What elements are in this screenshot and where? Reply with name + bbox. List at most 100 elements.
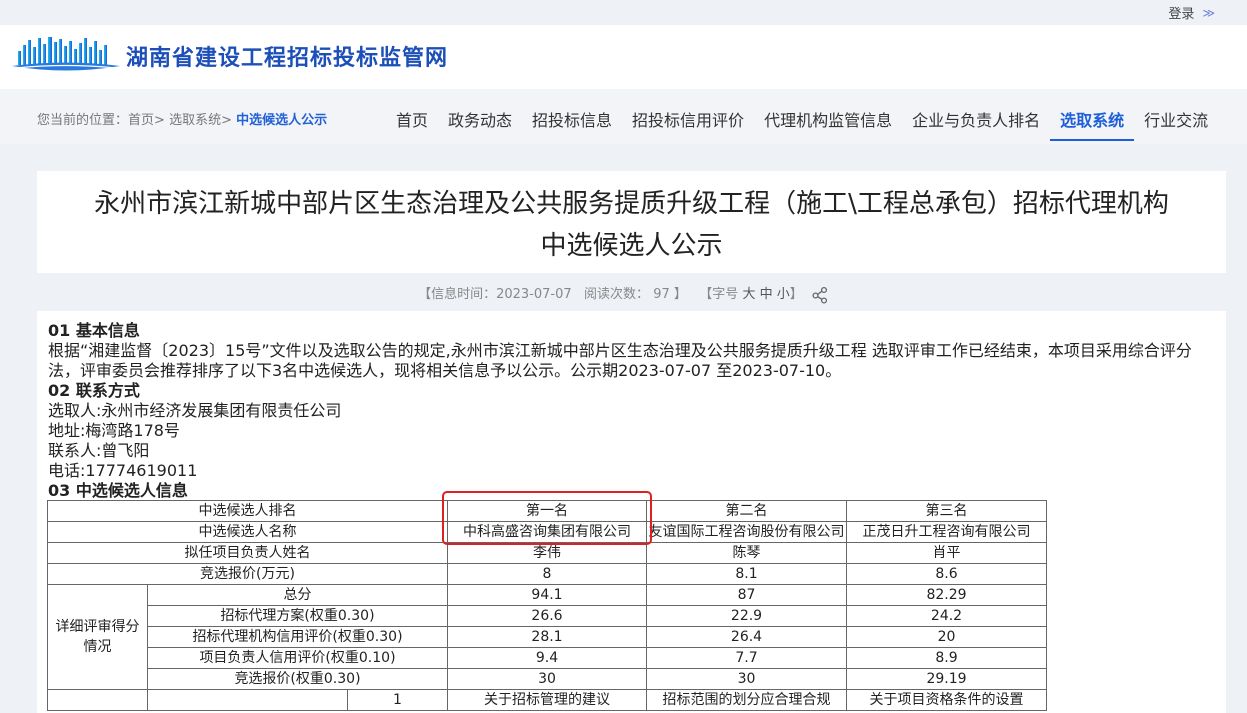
contact-selector: 选取人:永州市经济发展集团有限责任公司	[48, 401, 342, 420]
nav-agency-supervision[interactable]: 代理机构监管信息	[754, 101, 902, 141]
table-row: 竞选报价(万元) 8 8.1 8.6	[47, 563, 1047, 585]
article-title-line1: 永州市滨江新城中部片区生态治理及公共服务提质升级工程（施工\工程总承包）招标代理…	[94, 189, 1169, 219]
breadcrumb-prefix: 您当前的位置：	[37, 113, 129, 128]
score-cell: 94.1	[447, 584, 647, 606]
article-title-box: 永州市滨江新城中部片区生态治理及公共服务提质升级工程（施工\工程总承包）招标代理…	[37, 171, 1226, 273]
candidate-name-1: 中科高盛咨询集团有限公司	[447, 521, 647, 543]
table-row: 项目负责人信用评价(权重0.10) 9.4 7.7 8.9	[48, 647, 1047, 669]
leader-2: 陈琴	[646, 542, 847, 564]
nav-bidding-info[interactable]: 招投标信息	[522, 101, 622, 141]
nav-selection-system[interactable]: 选取系统	[1050, 101, 1135, 141]
advice-cell: 招标范围的划分应合理合规	[646, 689, 847, 711]
login-link[interactable]: 登录 ≫	[1168, 3, 1214, 23]
score-cell: 82.29	[846, 584, 1047, 606]
double-arrow-icon: ≫	[1202, 5, 1214, 20]
table-row: 中选候选人排名 第一名 第二名 第三名	[47, 500, 1047, 522]
section-basic-info-heading: 01 基本信息	[48, 321, 140, 340]
font-size-small[interactable]: 小	[777, 287, 790, 302]
detail-row-label: 招标代理方案(权重0.30)	[147, 605, 448, 627]
site-logo[interactable]	[12, 35, 120, 75]
table-row: 招标代理机构信用评价(权重0.30) 28.1 26.4 20	[48, 626, 1047, 648]
nav-government-news[interactable]: 政务动态	[438, 101, 522, 141]
detail-row-label: 项目负责人信用评价(权重0.10)	[147, 647, 448, 669]
score-cell: 29.19	[846, 668, 1047, 690]
nav-ranking[interactable]: 企业与负责人排名	[902, 101, 1050, 141]
meta-read-count: 97	[653, 287, 670, 302]
main-nav: 首页 政务动态 招投标信息 招投标信用评价 代理机构监管信息 企业与负责人排名 …	[386, 101, 1218, 141]
advice-index: 1	[347, 689, 448, 711]
leader-1: 李伟	[447, 542, 647, 564]
price-1: 8	[447, 563, 647, 585]
advice-blank-cell	[147, 689, 348, 711]
rank-1: 第一名	[447, 500, 647, 522]
price-3: 8.6	[846, 563, 1047, 585]
top-bar: 登录 ≫	[0, 0, 1247, 25]
candidates-table: 中选候选人排名 第一名 第二名 第三名 中选候选人名称 中科高盛咨询集团有限公司…	[47, 500, 1047, 711]
table-row: 中选候选人名称 中科高盛咨询集团有限公司 友谊国际工程咨询股份有限公司 正茂日升…	[47, 521, 1047, 543]
score-cell: 9.4	[447, 647, 647, 669]
site-header: 湖南省建设工程招标投标监管网	[0, 25, 1247, 89]
score-cell: 22.9	[646, 605, 847, 627]
share-icon[interactable]	[811, 286, 829, 304]
leader-3: 肖平	[846, 542, 1047, 564]
article-meta: 【信息时间：2023-07-07 阅读次数： 97 】 【字号 大 中 小】	[0, 283, 1247, 304]
font-size-medium[interactable]: 中	[760, 287, 773, 302]
rank-label: 中选候选人排名	[47, 500, 448, 522]
article-title-line2: 中选候选人公示	[540, 231, 723, 261]
score-cell: 30	[646, 668, 847, 690]
table-row: 招标代理方案(权重0.30) 26.6 22.9 24.2	[48, 605, 1047, 627]
article-content: 01 基本信息 根据“湘建监督〔2023〕15号”文件以及选取公告的规定,永州市…	[37, 311, 1226, 713]
font-size-end: 】	[789, 287, 803, 302]
score-cell: 8.9	[846, 647, 1047, 669]
nav-home[interactable]: 首页	[386, 101, 438, 141]
font-size-prefix: 【字号	[699, 287, 739, 302]
price-2: 8.1	[646, 563, 847, 585]
breadcrumb-current: 中选候选人公示	[236, 113, 328, 128]
name-label: 中选候选人名称	[47, 521, 448, 543]
detail-row-label: 招标代理机构信用评价(权重0.30)	[147, 626, 448, 648]
contact-phone: 电话:17774619011	[48, 461, 198, 480]
login-label: 登录	[1168, 7, 1195, 22]
breadcrumb-home[interactable]: 首页>	[128, 113, 165, 128]
section-basic-info-text: 根据“湘建监督〔2023〕15号”文件以及选取公告的规定,永州市滨江新城中部片区…	[48, 341, 1192, 380]
table-row: 竞选报价(权重0.30) 30 30 29.19	[48, 668, 1047, 690]
contact-person: 联系人:曾飞阳	[48, 441, 150, 460]
section-candidates-heading: 03 中选候选人信息	[48, 481, 188, 500]
candidate-name-2: 友谊国际工程咨询股份有限公司	[646, 521, 847, 543]
rank-3: 第三名	[846, 500, 1047, 522]
score-cell: 28.1	[447, 626, 647, 648]
meta-bracket-end: 】	[673, 287, 687, 302]
detail-label: 详细评审得分情况	[47, 584, 148, 690]
font-size-large[interactable]: 大	[742, 287, 755, 302]
meta-reads-label: 阅读次数：	[584, 287, 650, 302]
contact-address: 地址:梅湾路178号	[48, 421, 180, 440]
advice-cell: 关于项目资格条件的设置	[846, 689, 1047, 711]
score-cell: 24.2	[846, 605, 1047, 627]
advice-cell: 关于招标管理的建议	[447, 689, 647, 711]
site-title: 湖南省建设工程招标投标监管网	[126, 46, 449, 71]
article-body: 01 基本信息 根据“湘建监督〔2023〕15号”文件以及选取公告的规定,永州市…	[48, 321, 1213, 501]
score-cell: 7.7	[646, 647, 847, 669]
score-cell: 26.6	[447, 605, 647, 627]
table-row: 1 关于招标管理的建议 招标范围的划分应合理合规 关于项目资格条件的设置	[47, 689, 1047, 711]
price-label: 竞选报价(万元)	[47, 563, 448, 585]
rank-2: 第二名	[646, 500, 847, 522]
meta-date: 【信息时间：2023-07-07	[418, 287, 572, 302]
leader-label: 拟任项目负责人姓名	[47, 542, 448, 564]
score-cell: 20	[846, 626, 1047, 648]
detail-row-label: 竞选报价(权重0.30)	[147, 668, 448, 690]
score-cell: 30	[447, 668, 647, 690]
nav-row: 您当前的位置：首页> 选取系统> 中选候选人公示 首页 政务动态 招投标信息 招…	[0, 89, 1247, 144]
breadcrumb-selection-system[interactable]: 选取系统>	[169, 113, 232, 128]
table-row: 拟任项目负责人姓名 李伟 陈琴 肖平	[47, 542, 1047, 564]
advice-label-cell	[47, 689, 148, 711]
detail-row-label: 总分	[147, 584, 448, 606]
section-contact-heading: 02 联系方式	[48, 381, 140, 400]
breadcrumb: 您当前的位置：首页> 选取系统> 中选候选人公示	[37, 109, 327, 128]
score-cell: 26.4	[646, 626, 847, 648]
nav-industry-exchange[interactable]: 行业交流	[1134, 101, 1218, 141]
score-cell: 87	[646, 584, 847, 606]
candidate-name-3: 正茂日升工程咨询有限公司	[846, 521, 1047, 543]
table-row: 详细评审得分情况 总分 94.1 87 82.29	[47, 584, 1047, 690]
nav-credit-evaluation[interactable]: 招投标信用评价	[622, 101, 754, 141]
